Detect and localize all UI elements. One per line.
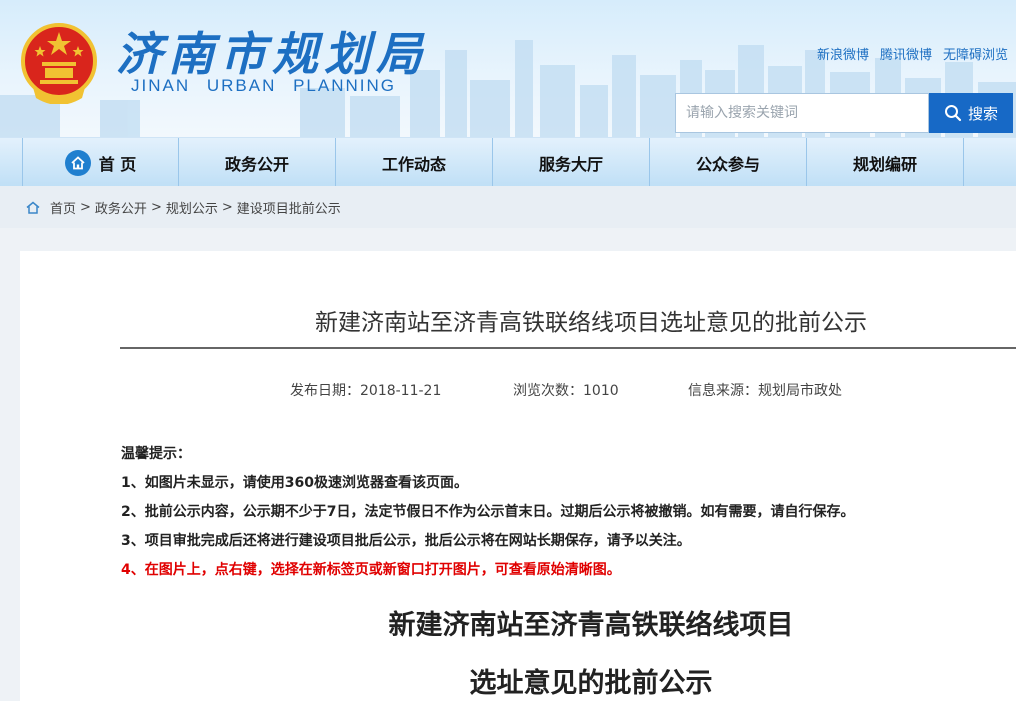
search-button-label: 搜索 bbox=[967, 104, 998, 123]
breadcrumb-planning-notice[interactable]: 规划公示 bbox=[166, 198, 218, 217]
nav-item-planning-research[interactable]: 规划编研 bbox=[807, 138, 964, 186]
tips-section: 温馨提示： 1、如图片未显示，请使用360极速浏览器查看该页面。 2、批前公示内… bbox=[121, 440, 854, 585]
publish-date: 发布日期：2018-11-21 bbox=[290, 383, 442, 399]
title-divider bbox=[120, 347, 1016, 349]
breadcrumb-separator: > bbox=[80, 199, 91, 215]
breadcrumb-government-affairs[interactable]: 政务公开 bbox=[95, 198, 147, 217]
home-icon bbox=[64, 149, 91, 176]
top-links: 新浪微博 腾讯微博 无障碍浏览 bbox=[817, 44, 1008, 63]
home-icon bbox=[26, 201, 40, 214]
document-title-line1: 新建济南站至济青高铁联络线项目 bbox=[388, 610, 794, 641]
accessibility-link[interactable]: 无障碍浏览 bbox=[943, 44, 1008, 63]
nav-item-service-hall[interactable]: 服务大厅 bbox=[493, 138, 650, 186]
national-emblem-logo bbox=[21, 23, 97, 104]
document-title-line2: 选址意见的批前公示 bbox=[469, 668, 713, 699]
breadcrumb-separator: > bbox=[221, 199, 233, 215]
article-container: 新建济南站至济青高铁联络线项目选址意见的批前公示 发布日期：2018-11-21… bbox=[20, 251, 1016, 701]
tip-item: 2、批前公示内容，公示期不少于7日，法定节假日不作为公示首末日。过期后公示将被撤… bbox=[121, 504, 855, 520]
nav-item-label: 首 页 bbox=[98, 154, 137, 174]
nav-item-work-news[interactable]: 工作动态 bbox=[336, 138, 493, 186]
nav-item-home[interactable]: 首 页 bbox=[22, 138, 179, 186]
tips-heading: 温馨提示： bbox=[121, 446, 191, 462]
info-source: 信息来源：规划局市政处 bbox=[688, 383, 842, 399]
nav-lead-spacer bbox=[0, 138, 22, 186]
view-count: 浏览次数：1010 bbox=[513, 383, 619, 399]
breadcrumb-separator: > bbox=[150, 199, 162, 215]
tip-item-warning: 4、在图片上，点右键，选择在新标签页或新窗口打开图片，可查看原始清晰图。 bbox=[121, 562, 621, 578]
main-nav: 首 页 政务公开 工作动态 服务大厅 公众参与 规划编研 工 bbox=[0, 137, 1016, 186]
search-button[interactable]: 搜索 bbox=[929, 93, 1013, 133]
breadcrumb-home[interactable]: 首页 bbox=[50, 198, 76, 217]
breadcrumb-current[interactable]: 建设项目批前公示 bbox=[237, 198, 341, 217]
search-icon bbox=[944, 105, 962, 122]
tip-item: 1、如图片未显示，请使用360极速浏览器查看该页面。 bbox=[121, 475, 468, 491]
search-input[interactable]: 请输入搜索关键词 bbox=[675, 93, 929, 133]
tencent-weibo-link[interactable]: 腾讯微博 bbox=[880, 44, 932, 63]
breadcrumb: 首页 > 政务公开 > 规划公示 > 建设项目批前公示 bbox=[0, 186, 1016, 228]
sina-weibo-link[interactable]: 新浪微博 bbox=[817, 44, 869, 63]
nav-item-more[interactable]: 工 bbox=[964, 138, 1016, 186]
nav-item-government-affairs[interactable]: 政务公开 bbox=[179, 138, 336, 186]
nav-item-public-participation[interactable]: 公众参与 bbox=[650, 138, 807, 186]
site-subtitle: JINAN URBAN PLANNING bbox=[131, 76, 396, 95]
site-header: 济南市规划局 JINAN URBAN PLANNING 新浪微博 腾讯微博 无障… bbox=[0, 0, 1016, 137]
tip-item: 3、项目审批完成后还将进行建设项目批后公示，批后公示将在网站长期保存，请予以关注… bbox=[121, 533, 691, 549]
site-title: 济南市规划局 bbox=[116, 27, 428, 81]
article-title: 新建济南站至济青高铁联络线项目选址意见的批前公示 bbox=[315, 310, 867, 336]
